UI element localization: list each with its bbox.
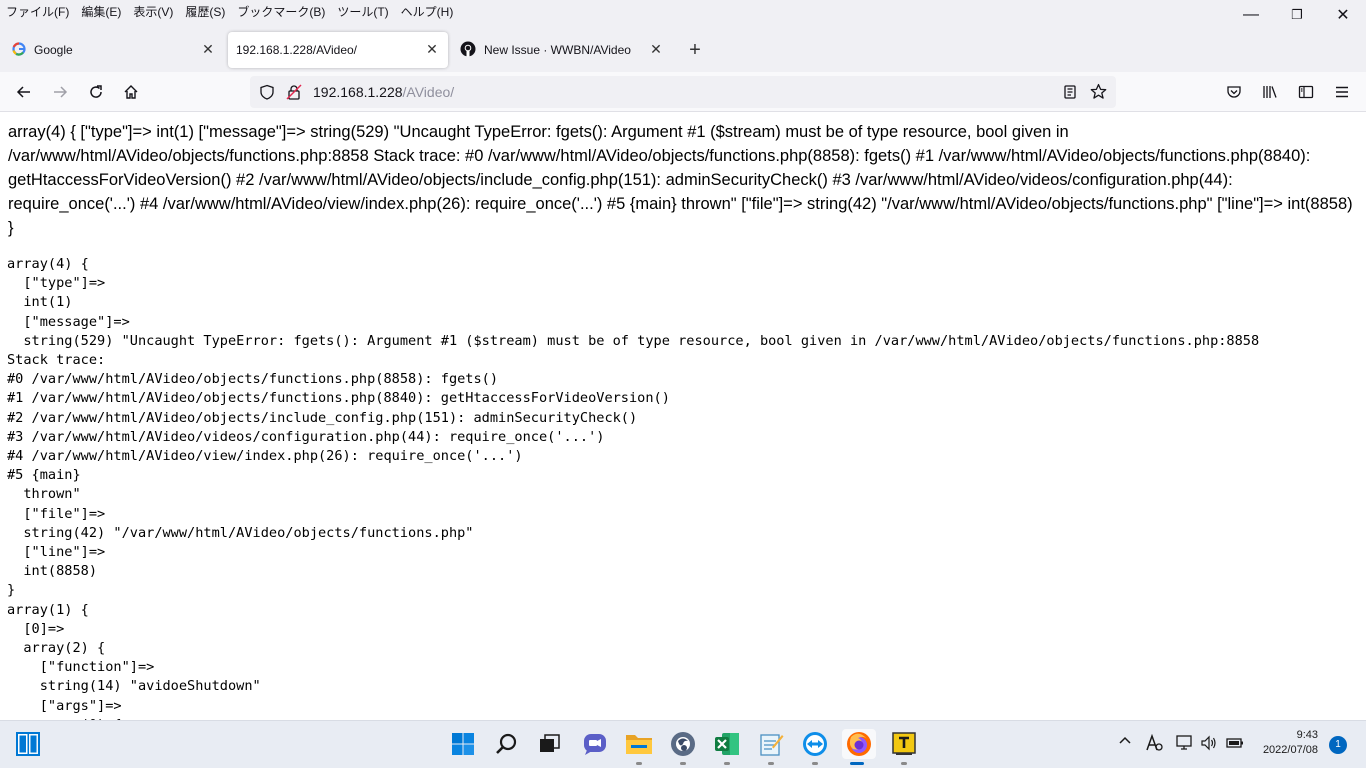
dump-line: int(8858)	[7, 563, 98, 580]
dump-line: #2 /var/www/html/AVideo/objects/include_…	[7, 409, 638, 426]
tray-chevron-icon[interactable]	[1118, 733, 1132, 752]
var-dump-text: array(4) { ["type"]=> int(1) ["message"]…	[8, 123, 1353, 237]
reload-icon	[90, 85, 102, 98]
chat-icon[interactable]	[580, 729, 610, 759]
page-content: array(4) { ["type"]=> int(1) ["message"]…	[0, 112, 1366, 720]
forward-button[interactable]	[48, 80, 72, 104]
menu-edit[interactable]: 編集(E)	[75, 3, 127, 20]
menu-history[interactable]: 履歴(S)	[179, 3, 231, 20]
dump-line: }	[7, 582, 16, 599]
clock-time: 9:43	[1296, 729, 1318, 741]
taskbar-clock[interactable]: 9:43 2022/07/08	[1248, 728, 1328, 758]
dump-line: array(4) {	[7, 256, 89, 272]
url-text: 192.168.1.228/AVideo/	[313, 84, 454, 100]
task-view-icon[interactable]	[535, 729, 565, 759]
new-tab-button[interactable]: +	[684, 40, 706, 62]
tab-label: New Issue · WWBN/AVideo	[484, 43, 631, 57]
windows-start-icon[interactable]	[13, 729, 43, 759]
navigation-toolbar: 192.168.1.228/AVideo/	[0, 72, 1366, 112]
dump-line: string(529) "Uncaught TypeError: fgets()…	[7, 332, 1260, 349]
reader-view-icon[interactable]	[1062, 84, 1078, 103]
search-icon[interactable]	[492, 729, 522, 759]
forward-arrow-icon	[54, 86, 68, 98]
hamburger-menu-icon	[1336, 86, 1348, 98]
teamviewer-icon[interactable]	[800, 729, 830, 765]
dump-line: #5 {main}	[7, 467, 81, 484]
back-arrow-icon	[16, 86, 30, 98]
taskbar: 9:43 2022/07/08 1	[0, 720, 1366, 768]
tab-avideo[interactable]: 192.168.1.228/AVideo/ ✕	[228, 32, 448, 68]
windows-start-icon[interactable]	[448, 729, 478, 759]
preformatted-dump: array(4) { ["type"]=> int(1) ["message"]…	[7, 255, 1259, 720]
back-button[interactable]	[12, 80, 36, 104]
insecure-lock-icon[interactable]	[286, 84, 302, 103]
dump-line: array(2) {	[7, 640, 106, 657]
close-icon[interactable]: ✕	[424, 41, 440, 57]
menu-bar: ファイル(F) 編集(E) 表示(V) 履歴(S) ブックマーク(B) ツール(…	[0, 0, 1366, 22]
library-button[interactable]	[1258, 80, 1282, 104]
speaker-icon[interactable]	[1200, 734, 1218, 755]
clock-date: 2022/07/08	[1262, 744, 1318, 756]
dump-line: ["args"]=>	[7, 697, 122, 714]
tab-strip: Google ✕ 192.168.1.228/AVideo/ ✕ New Iss…	[0, 22, 1366, 72]
app-t-icon[interactable]	[889, 729, 919, 765]
notepad-icon[interactable]	[756, 729, 786, 765]
home-icon	[124, 85, 138, 99]
ime-icon[interactable]	[1145, 733, 1163, 755]
menu-bookmarks[interactable]: ブックマーク(B)	[231, 3, 331, 20]
dump-line: thrown"	[7, 486, 81, 503]
menu-file[interactable]: ファイル(F)	[0, 3, 75, 20]
close-icon[interactable]: ✕	[200, 41, 216, 57]
sidebar-icon	[1298, 85, 1314, 99]
excel-icon[interactable]	[712, 729, 742, 765]
dump-line: #1 /var/www/html/AVideo/objects/function…	[7, 390, 670, 407]
dump-line: ["function"]=>	[7, 659, 155, 676]
battery-icon[interactable]	[1225, 734, 1245, 755]
shield-icon[interactable]	[259, 84, 275, 103]
url-path: /AVideo/	[402, 84, 455, 100]
firefox-icon[interactable]	[842, 729, 876, 765]
dump-line: [0]=>	[7, 620, 65, 637]
close-icon[interactable]: ✕	[648, 41, 664, 57]
dump-line: array(1) {	[7, 601, 89, 618]
dump-line: ["message"]=>	[7, 313, 130, 330]
dump-line: int(1)	[7, 294, 73, 311]
dump-line: #4 /var/www/html/AVideo/view/index.php(2…	[7, 448, 523, 465]
home-button[interactable]	[119, 80, 143, 104]
url-bar[interactable]: 192.168.1.228/AVideo/	[250, 76, 1116, 108]
dump-line: ["file"]=>	[7, 505, 106, 522]
dump-line: Stack trace:	[7, 352, 106, 369]
github-icon	[460, 41, 476, 60]
url-host: 192.168.1.228	[313, 84, 403, 100]
pocket-button[interactable]	[1222, 80, 1246, 104]
sidebar-button[interactable]	[1294, 80, 1318, 104]
app-menu-button[interactable]	[1330, 80, 1354, 104]
dump-line: ["type"]=>	[7, 275, 106, 292]
notification-badge[interactable]: 1	[1329, 736, 1347, 754]
dump-line: string(42) "/var/www/html/AVideo/objects…	[7, 524, 474, 541]
reload-button[interactable]	[84, 80, 108, 104]
tab-label: Google	[34, 43, 73, 57]
file-explorer-icon[interactable]	[624, 729, 654, 765]
tab-google[interactable]: Google ✕	[0, 32, 224, 68]
pocket-icon	[1227, 86, 1241, 98]
menu-tools[interactable]: ツール(T)	[331, 3, 394, 20]
bookmark-star-icon[interactable]	[1090, 83, 1107, 103]
dump-line: string(14) "avidoeShutdown"	[7, 678, 261, 695]
menu-view[interactable]: 表示(V)	[127, 3, 179, 20]
google-icon	[12, 41, 26, 59]
dump-line: #3 /var/www/html/AVideo/videos/configura…	[7, 428, 605, 445]
menu-help[interactable]: ヘルプ(H)	[395, 3, 460, 20]
library-icon	[1263, 86, 1277, 98]
network-icon[interactable]	[1176, 734, 1194, 755]
dump-line: ["line"]=>	[7, 544, 106, 561]
tab-label: 192.168.1.228/AVideo/	[236, 43, 357, 57]
chrome-canary-icon[interactable]	[668, 729, 698, 765]
tab-github-issue[interactable]: New Issue · WWBN/AVideo ✕	[448, 32, 672, 68]
dump-line: #0 /var/www/html/AVideo/objects/function…	[7, 371, 499, 388]
